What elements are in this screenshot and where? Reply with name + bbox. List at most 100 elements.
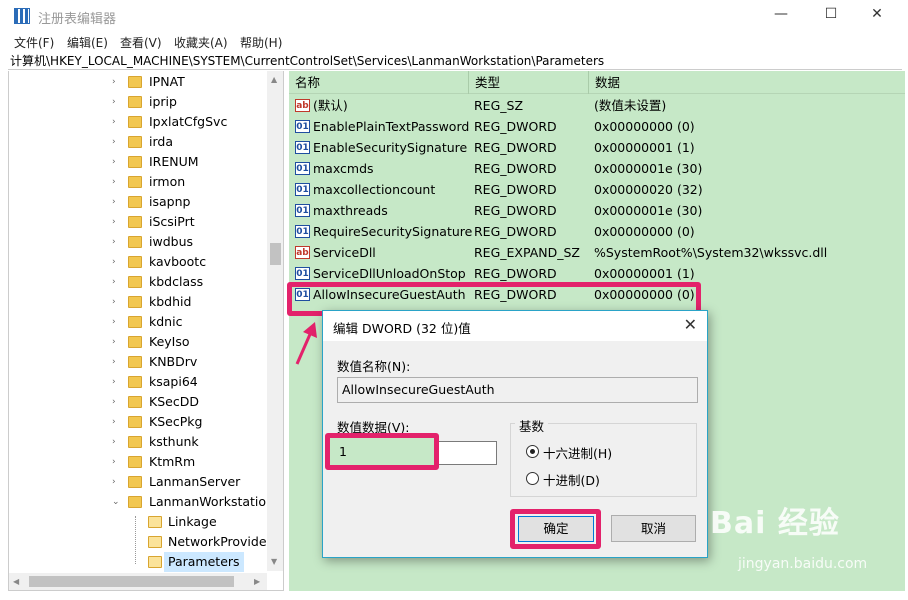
- scroll-thumb[interactable]: [270, 243, 281, 265]
- tree-node[interactable]: › ksapi64: [9, 372, 267, 392]
- tree-node-label: IPNAT: [149, 74, 185, 89]
- decimal-radio-label[interactable]: 十进制(D): [543, 470, 600, 489]
- tree-horizontal-scrollbar[interactable]: ◀ ▶: [9, 573, 267, 590]
- tree-node[interactable]: › LanmanServer: [9, 472, 267, 492]
- tree-node[interactable]: ⌄ LanmanWorkstation: [9, 492, 274, 512]
- collapsed-chevron-icon[interactable]: ›: [112, 152, 116, 172]
- tree-node[interactable]: › KNBDrv: [9, 352, 267, 372]
- collapsed-chevron-icon[interactable]: ›: [112, 92, 116, 112]
- tree-node[interactable]: › kavbootc: [9, 252, 267, 272]
- menu-favorites[interactable]: 收藏夹(A): [174, 34, 228, 51]
- tree-node[interactable]: › KeyIso: [9, 332, 267, 352]
- tree-node-label: irda: [149, 134, 173, 149]
- scroll-down-icon[interactable]: ▼: [271, 557, 277, 566]
- collapsed-chevron-icon[interactable]: ›: [112, 292, 116, 312]
- value-name-label: 数值名称(N):: [337, 359, 411, 374]
- value-data: 0x00000020 (32): [594, 182, 703, 197]
- folder-icon: [128, 296, 142, 308]
- menu-view[interactable]: 查看(V): [120, 34, 162, 51]
- tree-node[interactable]: › kbdclass: [9, 272, 267, 292]
- tree-node[interactable]: › kdnic: [9, 312, 267, 332]
- tree-node[interactable]: › iprip: [9, 92, 267, 112]
- tree-node[interactable]: › isapnp: [9, 192, 267, 212]
- collapsed-chevron-icon[interactable]: ›: [112, 72, 116, 92]
- registry-value-row[interactable]: ab ServiceDll REG_EXPAND_SZ %SystemRoot%\Sy…: [289, 242, 905, 263]
- registry-value-row[interactable]: 01 maxcmds REG_DWORD 0x0000001e (30): [289, 158, 905, 179]
- column-name-header[interactable]: 名称: [289, 71, 469, 94]
- registry-value-row[interactable]: 01 ServiceDllUnloadOnStop REG_DWORD 0x00000…: [289, 263, 905, 284]
- tree-node-label: KNBDrv: [149, 354, 198, 369]
- scroll-right-icon[interactable]: ▶: [254, 577, 260, 586]
- collapsed-chevron-icon[interactable]: ›: [112, 452, 116, 472]
- close-button[interactable]: ✕: [862, 6, 892, 22]
- tree-node[interactable]: Parameters: [9, 552, 267, 572]
- tree-node-label: isapnp: [149, 194, 191, 209]
- collapsed-chevron-icon[interactable]: ›: [112, 432, 116, 452]
- tree-node[interactable]: › IpxlatCfgSvc: [9, 112, 267, 132]
- column-data-header[interactable]: 数据: [589, 71, 905, 94]
- folder-icon: [128, 396, 142, 408]
- collapsed-chevron-icon[interactable]: ›: [112, 112, 116, 132]
- collapsed-chevron-icon[interactable]: ›: [112, 312, 116, 332]
- dialog-title-bar: 编辑 DWORD (32 位)值 ✕: [323, 311, 707, 341]
- tree-node[interactable]: › KtmRm: [9, 452, 267, 472]
- collapsed-chevron-icon[interactable]: ›: [112, 172, 116, 192]
- hex-radio[interactable]: [526, 445, 539, 458]
- collapsed-chevron-icon[interactable]: ›: [112, 192, 116, 212]
- tree-node-label: kbdhid: [149, 294, 192, 309]
- tree-node[interactable]: › kbdhid: [9, 292, 267, 312]
- hex-radio-label[interactable]: 十六进制(H): [543, 443, 612, 462]
- cancel-button[interactable]: 取消: [611, 515, 696, 542]
- menu-file[interactable]: 文件(F): [14, 34, 54, 51]
- decimal-radio[interactable]: [526, 472, 539, 485]
- tree-node[interactable]: › KSecPkg: [9, 412, 267, 432]
- tree-vertical-scrollbar[interactable]: ▲ ▼: [267, 71, 283, 571]
- value-data: 0x00000000 (0): [594, 119, 695, 134]
- collapsed-chevron-icon[interactable]: ›: [112, 352, 116, 372]
- tree-node[interactable]: › KSecDD: [9, 392, 267, 412]
- dialog-close-icon[interactable]: ✕: [684, 315, 697, 334]
- collapsed-chevron-icon[interactable]: ›: [112, 132, 116, 152]
- registry-value-row[interactable]: 01 EnablePlainTextPassword REG_DWORD 0x0000…: [289, 116, 905, 137]
- tree-node[interactable]: › ksthunk: [9, 432, 267, 452]
- scroll-thumb[interactable]: [29, 576, 234, 587]
- edit-dword-dialog: 编辑 DWORD (32 位)值 ✕ 数值名称(N): AllowInsecur…: [322, 310, 708, 558]
- folder-icon: [128, 496, 142, 508]
- tree-node[interactable]: › IRENUM: [9, 152, 267, 172]
- tree-node[interactable]: › iScsiPrt: [9, 212, 267, 232]
- collapsed-chevron-icon[interactable]: ›: [112, 212, 116, 232]
- collapsed-chevron-icon[interactable]: ›: [112, 252, 116, 272]
- expanded-chevron-icon[interactable]: ⌄: [112, 492, 120, 512]
- tree-node[interactable]: Linkage: [9, 512, 267, 532]
- watermark-brand: Bai 经验: [710, 506, 840, 541]
- registry-value-row[interactable]: 01 maxcollectioncount REG_DWORD 0x00000020 …: [289, 179, 905, 200]
- value-type: REG_DWORD: [474, 266, 557, 281]
- collapsed-chevron-icon[interactable]: ›: [112, 272, 116, 292]
- tree-node[interactable]: › irmon: [9, 172, 267, 192]
- registry-value-row[interactable]: 01 RequireSecuritySignature REG_DWORD 0x000…: [289, 221, 905, 242]
- registry-value-row[interactable]: ab (默认) REG_SZ (数值未设置): [289, 95, 905, 116]
- registry-value-row[interactable]: 01 EnableSecuritySignature REG_DWORD 0x0000…: [289, 137, 905, 158]
- collapsed-chevron-icon[interactable]: ›: [112, 372, 116, 392]
- menu-edit[interactable]: 编辑(E): [67, 34, 108, 51]
- scroll-up-icon[interactable]: ▲: [271, 75, 277, 84]
- tree-node[interactable]: › iwdbus: [9, 232, 267, 252]
- tree-node[interactable]: › irda: [9, 132, 267, 152]
- minimize-button[interactable]: —: [766, 6, 796, 22]
- tree-node[interactable]: › IPNAT: [9, 72, 267, 92]
- dword-value-icon: 01: [295, 120, 310, 133]
- collapsed-chevron-icon[interactable]: ›: [112, 472, 116, 492]
- maximize-button[interactable]: ☐: [816, 6, 846, 22]
- collapsed-chevron-icon[interactable]: ›: [112, 232, 116, 252]
- column-type-header[interactable]: 类型: [469, 71, 589, 94]
- collapsed-chevron-icon[interactable]: ›: [112, 332, 116, 352]
- tree-node[interactable]: NetworkProvider: [9, 532, 272, 552]
- scroll-left-icon[interactable]: ◀: [13, 577, 19, 586]
- address-bar[interactable]: 计算机\HKEY_LOCAL_MACHINE\SYSTEM\CurrentCon…: [8, 52, 902, 70]
- collapsed-chevron-icon[interactable]: ›: [112, 392, 116, 412]
- tree-node-label: kbdclass: [149, 274, 204, 289]
- collapsed-chevron-icon[interactable]: ›: [112, 412, 116, 432]
- menu-help[interactable]: 帮助(H): [240, 34, 282, 51]
- registry-value-row[interactable]: 01 maxthreads REG_DWORD 0x0000001e (30): [289, 200, 905, 221]
- tree-node-label: KSecPkg: [149, 414, 203, 429]
